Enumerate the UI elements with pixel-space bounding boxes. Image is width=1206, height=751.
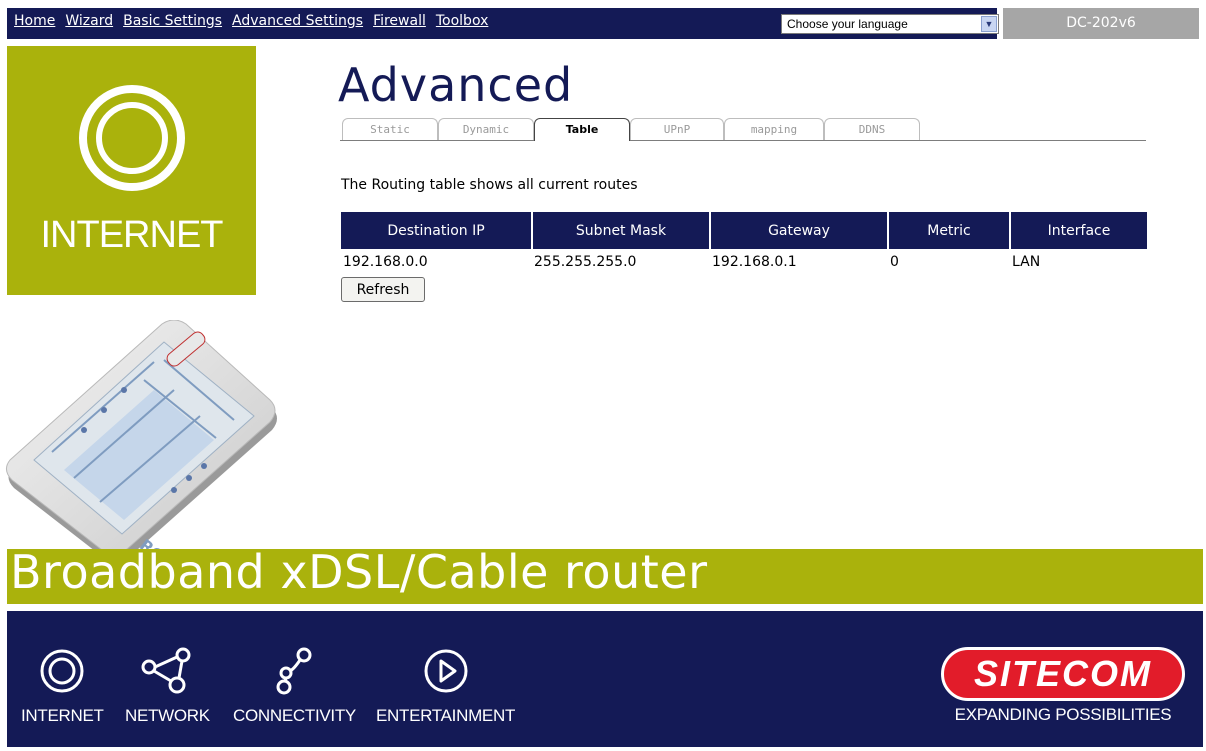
- footer-item-entertainment[interactable]: ENTERTAINMENT: [376, 647, 515, 726]
- col-gateway: Gateway: [710, 212, 889, 249]
- product-banner: Broadband xDSL/Cable router: [7, 545, 1203, 604]
- footer-label-connectivity: CONNECTIVITY: [233, 706, 356, 725]
- nav-toolbox[interactable]: Toolbox: [436, 13, 489, 29]
- chevron-down-icon[interactable]: ▼: [981, 16, 997, 32]
- tab-upnp[interactable]: UPnP: [630, 118, 724, 140]
- nav-wizard[interactable]: Wizard: [65, 13, 113, 29]
- page-title: Advanced: [338, 58, 574, 112]
- top-nav-bar: Home Wizard Basic Settings Advanced Sett…: [7, 8, 999, 39]
- tabs-baseline: [340, 140, 1146, 141]
- cell-gateway: 192.168.0.1: [712, 254, 797, 270]
- banner-text: Broadband xDSL/Cable router: [10, 545, 708, 599]
- col-destination-ip: Destination IP: [341, 212, 533, 249]
- nav-basic-settings[interactable]: Basic Settings: [123, 13, 222, 29]
- network-icon: [141, 647, 191, 694]
- footer-item-connectivity[interactable]: CONNECTIVITY: [233, 647, 356, 726]
- entertainment-icon: [424, 649, 468, 693]
- brand-tagline: EXPANDING POSSIBILITIES: [954, 705, 1172, 724]
- nav-firewall[interactable]: Firewall: [373, 13, 426, 29]
- routing-table: Destination IP Subnet Mask Gateway Metri…: [341, 212, 1147, 275]
- col-subnet-mask: Subnet Mask: [532, 212, 711, 249]
- main-nav: Home Wizard Basic Settings Advanced Sett…: [14, 13, 488, 29]
- footer-item-internet[interactable]: INTERNET: [21, 647, 104, 726]
- sitecom-brand[interactable]: SITECOM EXPANDING POSSIBILITIES: [940, 647, 1186, 725]
- col-interface: Interface: [1010, 212, 1147, 249]
- concentric-ring-icon: [79, 85, 185, 191]
- language-select[interactable]: Choose your language ▼: [781, 14, 999, 34]
- language-select-value: Choose your language: [787, 17, 908, 31]
- footer-label-network: NETWORK: [125, 706, 210, 725]
- internet-logo-box: INTERNET: [7, 46, 256, 295]
- model-label: DC-202v6: [1003, 8, 1199, 39]
- cell-subnet-mask: 255.255.255.0: [534, 254, 637, 270]
- logo-label: INTERNET: [40, 214, 224, 256]
- router-device-image: ROUTER: [6, 320, 277, 570]
- sitecom-logo-text: SITECOM: [973, 653, 1152, 694]
- tab-table[interactable]: Table: [534, 118, 630, 141]
- routing-description: The Routing table shows all current rout…: [341, 177, 638, 193]
- footer-item-network[interactable]: NETWORK: [125, 647, 210, 726]
- internet-icon: [40, 649, 84, 693]
- table-header-row: Destination IP Subnet Mask Gateway Metri…: [341, 212, 1147, 249]
- tab-mapping[interactable]: mapping: [724, 118, 824, 140]
- refresh-button[interactable]: Refresh: [341, 277, 425, 302]
- tab-ddns[interactable]: DDNS: [824, 118, 920, 140]
- footer: INTERNET NETWORK CONNECTIVITY ENTERTAINM…: [7, 611, 1203, 747]
- footer-label-internet: INTERNET: [21, 706, 104, 725]
- sub-tabs: Static Dynamic Table UPnP mapping DDNS: [340, 118, 1146, 142]
- connectivity-icon: [276, 647, 312, 695]
- sitecom-logo: SITECOM: [941, 647, 1185, 701]
- footer-label-entertainment: ENTERTAINMENT: [376, 706, 516, 725]
- nav-home[interactable]: Home: [14, 13, 55, 29]
- cell-interface: LAN: [1012, 254, 1041, 270]
- tab-static[interactable]: Static: [342, 118, 438, 140]
- table-row: 192.168.0.0 255.255.255.0 192.168.0.1 0 …: [341, 249, 1147, 275]
- tab-dynamic[interactable]: Dynamic: [438, 118, 534, 140]
- col-metric: Metric: [888, 212, 1011, 249]
- cell-destination-ip: 192.168.0.0: [343, 254, 428, 270]
- nav-advanced-settings[interactable]: Advanced Settings: [232, 13, 363, 29]
- cell-metric: 0: [890, 254, 899, 270]
